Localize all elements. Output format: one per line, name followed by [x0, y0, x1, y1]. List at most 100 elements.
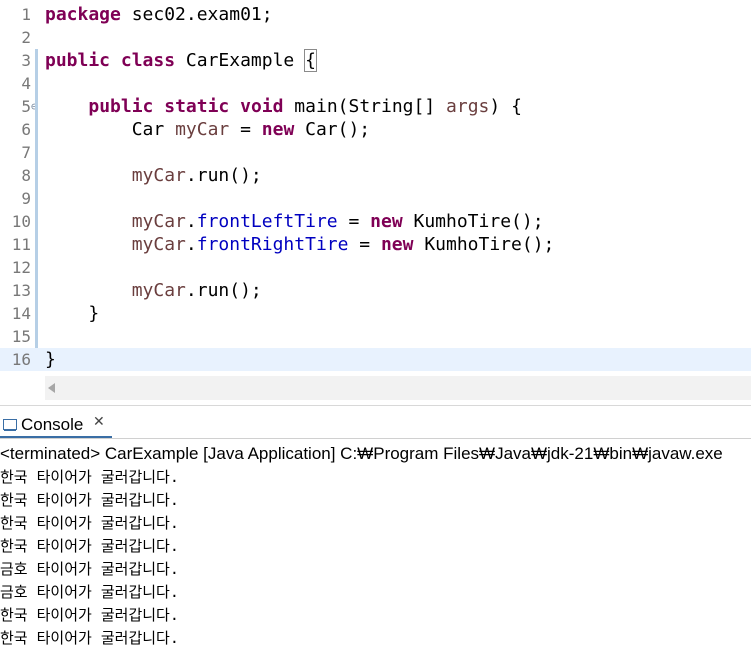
code-line[interactable]: 10 myCar.frontLeftTire = new KumhoTire()… — [0, 210, 751, 233]
console-output-line: 금호 타이어가 굴러갑니다. — [0, 560, 179, 578]
field-reference: frontLeftTire — [196, 211, 338, 232]
console-tab-bar: Console ✕ — [0, 406, 751, 438]
code-token: . — [185, 211, 197, 232]
code-line[interactable]: 6 Car myCar = new Car(); — [0, 118, 751, 141]
line-number: 11 — [11, 235, 31, 254]
keyword: class — [120, 50, 176, 71]
code-editor[interactable]: 1 package sec02.exam01; 2 3 public class… — [0, 0, 751, 373]
code-text[interactable]: public class CarExample { — [45, 49, 317, 72]
annotation-ruler-mark — [35, 49, 38, 72]
code-token: } — [88, 303, 100, 324]
annotation-ruler-mark — [35, 141, 38, 164]
line-number: 4 — [21, 74, 31, 93]
console-icon — [3, 419, 17, 431]
code-token: .run(); — [185, 280, 262, 301]
line-number: 7 — [21, 143, 31, 162]
console-output-line: 한국 타이어가 굴러갑니다. — [0, 629, 179, 647]
tab-console-label: Console — [21, 415, 84, 434]
line-number: 12 — [11, 258, 31, 277]
line-number: 2 — [21, 28, 31, 47]
line-number: 1 — [21, 5, 31, 24]
line-number: 8 — [21, 166, 31, 185]
code-token: } — [45, 349, 56, 370]
code-text[interactable]: myCar.run(); — [45, 164, 262, 187]
line-number: 14 — [11, 304, 31, 323]
console-output-line: 한국 타이어가 굴러갑니다. — [0, 537, 179, 555]
code-token: ) { — [489, 96, 522, 117]
code-text[interactable]: myCar.frontLeftTire = new KumhoTire(); — [45, 210, 544, 233]
close-icon[interactable]: ✕ — [93, 414, 105, 430]
code-text[interactable]: Car myCar = new Car(); — [45, 118, 370, 141]
keyword: void — [240, 96, 284, 117]
code-line[interactable]: 9 — [0, 187, 751, 210]
code-line[interactable]: 4 — [0, 72, 751, 95]
annotation-ruler-mark — [35, 233, 38, 256]
keyword: public — [88, 96, 154, 117]
code-line[interactable]: 8 myCar.run(); — [0, 164, 751, 187]
code-token: main(String[] — [283, 96, 447, 117]
horizontal-scrollbar[interactable] — [45, 376, 751, 400]
code-line[interactable]: 12 — [0, 256, 751, 279]
annotation-ruler-mark — [35, 256, 38, 279]
code-text[interactable]: } — [45, 348, 56, 371]
code-line[interactable]: 11 myCar.frontRightTire = new KumhoTire(… — [0, 233, 751, 256]
keyword: new — [380, 234, 414, 255]
code-line[interactable]: 3 public class CarExample { — [0, 49, 751, 72]
code-line[interactable]: 15 — [0, 325, 751, 348]
code-line[interactable]: 13 myCar.run(); — [0, 279, 751, 302]
code-text[interactable]: } — [45, 302, 99, 325]
line-number: 5 — [21, 97, 31, 116]
code-line[interactable]: 2 — [0, 26, 751, 49]
code-line[interactable]: 7 — [0, 141, 751, 164]
local-variable: myCar — [131, 211, 186, 232]
line-number: 16 — [11, 350, 31, 369]
line-number: 13 — [11, 281, 31, 300]
code-line[interactable]: 1 package sec02.exam01; — [0, 3, 751, 26]
console-output-line: 한국 타이어가 굴러갑니다. — [0, 468, 179, 486]
code-text[interactable]: package sec02.exam01; — [45, 3, 273, 26]
console-output-line: 금호 타이어가 굴러갑니다. — [0, 583, 179, 601]
code-token: sec02.exam01; — [120, 4, 273, 25]
console-output-line: 한국 타이어가 굴러갑니다. — [0, 491, 179, 509]
annotation-ruler-mark — [35, 187, 38, 210]
local-variable: myCar — [131, 234, 186, 255]
code-text[interactable]: myCar.frontRightTire = new KumhoTire(); — [45, 233, 555, 256]
parameter: args — [446, 96, 490, 117]
field-reference: frontRightTire — [196, 234, 349, 255]
line-number: 10 — [11, 212, 31, 231]
console-output-line: 한국 타이어가 굴러갑니다. — [0, 514, 179, 532]
code-text[interactable]: myCar.run(); — [45, 279, 262, 302]
console-output-line: 한국 타이어가 굴러갑니다. — [0, 606, 179, 624]
annotation-ruler-mark — [35, 95, 38, 118]
annotation-ruler-mark — [35, 210, 38, 233]
divider — [0, 438, 751, 439]
scroll-left-arrow-icon[interactable] — [48, 383, 55, 393]
keyword: new — [261, 119, 295, 140]
annotation-ruler-mark — [35, 302, 38, 325]
keyword: static — [164, 96, 230, 117]
annotation-ruler-mark — [35, 279, 38, 302]
code-token: KumhoTire(); — [413, 234, 555, 255]
code-token: . — [185, 234, 197, 255]
local-variable: myCar — [131, 280, 186, 301]
code-line[interactable]: 5 ⊖ public static void main(String[] arg… — [0, 95, 751, 118]
code-token: = — [348, 234, 381, 255]
annotation-ruler-mark — [35, 325, 38, 348]
code-line-current[interactable]: 16 } — [0, 348, 751, 371]
keyword: package — [45, 4, 121, 25]
keyword: new — [370, 211, 403, 232]
line-number: 3 — [21, 51, 31, 70]
line-number: 9 — [21, 189, 31, 208]
code-text[interactable]: public static void main(String[] args) { — [45, 95, 522, 118]
code-token: CarExample — [175, 50, 306, 71]
code-line[interactable]: 14 } — [0, 302, 751, 325]
annotation-ruler-mark — [35, 118, 38, 141]
line-number: 15 — [11, 327, 31, 346]
